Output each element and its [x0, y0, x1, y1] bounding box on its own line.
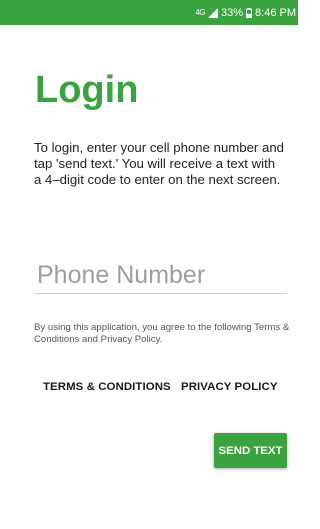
- send-text-button[interactable]: SEND TEXT: [214, 433, 287, 468]
- status-bar: 4G 33% 8:46 PM: [0, 0, 298, 25]
- signal-icon: [208, 7, 218, 18]
- page-title: Login: [35, 69, 139, 111]
- lte-icon: 4G: [195, 7, 205, 17]
- status-time: 8:46 PM: [255, 6, 296, 19]
- terms-conditions-button[interactable]: TERMS & CONDITIONS: [43, 381, 171, 393]
- battery-percentage: 33%: [221, 6, 244, 19]
- phone-number-input[interactable]: [35, 260, 287, 294]
- battery-icon: [246, 7, 253, 18]
- login-instructions: To login, enter your cell phone number a…: [34, 140, 284, 187]
- agreement-text: By using this application, you agree to …: [34, 322, 290, 345]
- privacy-policy-button[interactable]: PRIVACY POLICY: [181, 381, 278, 393]
